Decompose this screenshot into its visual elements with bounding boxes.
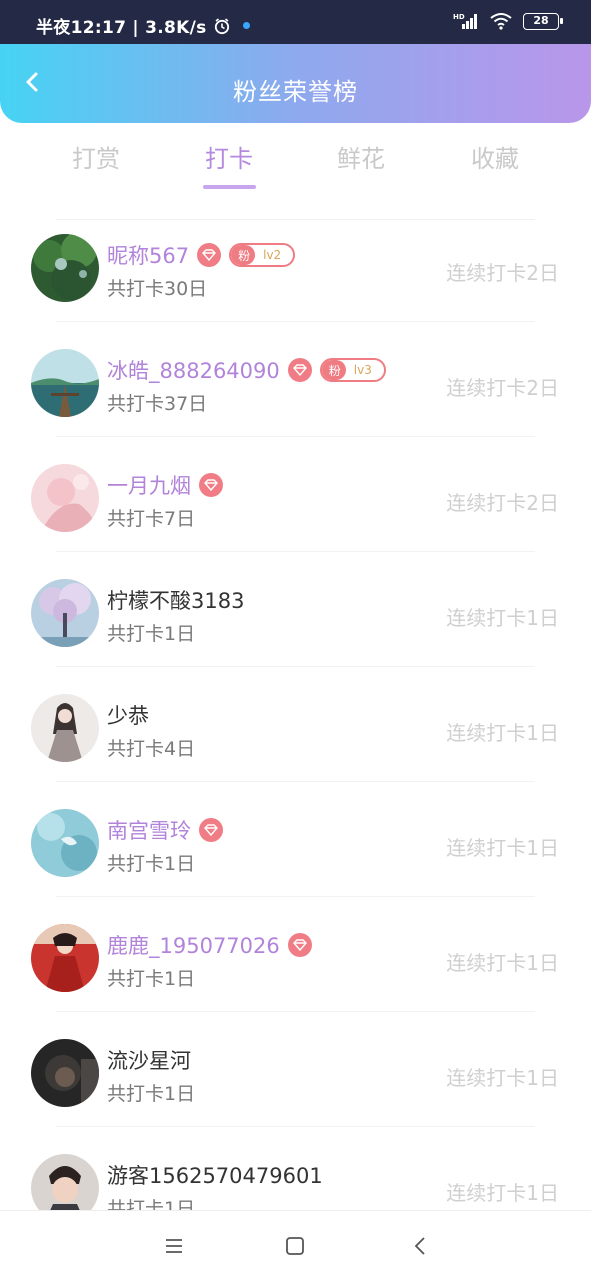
wifi-icon bbox=[490, 13, 512, 30]
diamond-icon bbox=[287, 933, 312, 957]
name-line: 昵称567 粉 lv2 bbox=[107, 240, 296, 270]
alarm-icon bbox=[214, 17, 229, 34]
list-item[interactable]: 柠檬不酸3183 共打卡1日 连续打卡1日 bbox=[0, 552, 591, 667]
fan-level: lv3 bbox=[353, 363, 372, 377]
fan-name: 流沙星河 bbox=[107, 1049, 191, 1073]
system-nav-bar bbox=[0, 1210, 591, 1280]
home-button[interactable] bbox=[282, 1233, 308, 1259]
list-item[interactable]: 南宫雪玲 共打卡1日 连续打卡1日 bbox=[0, 782, 591, 897]
checkin-streak: 连续打卡2日 bbox=[446, 261, 559, 285]
fan-list: 昵称567 粉 lv2 共打卡30日 连续打卡2日 冰皓_888264090 粉… bbox=[0, 207, 591, 1210]
fan-name: 游客1562570479601 bbox=[107, 1164, 323, 1188]
checkin-streak: 连续打卡2日 bbox=[446, 491, 559, 515]
list-item[interactable]: 游客1562570479601 共打卡1日 连续打卡1日 bbox=[0, 1127, 591, 1210]
status-time-speed: 半夜12:17 | 3.8K/s bbox=[36, 18, 207, 38]
avatar[interactable] bbox=[31, 924, 99, 992]
total-checkin: 共打卡1日 bbox=[107, 1083, 196, 1105]
name-line: 游客1562570479601 bbox=[107, 1160, 323, 1190]
header: 半夜12:17 | 3.8K/s HD 28 粉丝荣誉榜 bbox=[0, 0, 591, 123]
svg-text:HD: HD bbox=[453, 13, 465, 21]
diamond-icon bbox=[197, 243, 222, 267]
total-checkin: 共打卡37日 bbox=[107, 393, 208, 415]
back-chevron-icon bbox=[414, 1237, 425, 1255]
home-square-icon bbox=[286, 1237, 304, 1255]
list-item[interactable]: 流沙星河 共打卡1日 连续打卡1日 bbox=[0, 1012, 591, 1127]
tab-flowers[interactable]: 鲜花 bbox=[321, 139, 401, 174]
fan-name: 昵称567 bbox=[107, 244, 190, 268]
name-line: 南宫雪玲 bbox=[107, 815, 223, 845]
status-right: HD 28 bbox=[453, 12, 563, 30]
checkin-streak: 连续打卡2日 bbox=[446, 376, 559, 400]
page-title: 粉丝荣誉榜 bbox=[233, 78, 358, 106]
total-checkin: 共打卡4日 bbox=[107, 738, 196, 760]
name-line: 冰皓_888264090 粉 lv3 bbox=[107, 355, 386, 385]
fan-level: lv2 bbox=[263, 248, 282, 262]
notification-dot-icon bbox=[242, 22, 250, 29]
name-line: 流沙星河 bbox=[107, 1045, 191, 1075]
fan-name: 柠檬不酸3183 bbox=[107, 589, 245, 613]
fan-name: 南宫雪玲 bbox=[107, 819, 191, 843]
status-bar: 半夜12:17 | 3.8K/s HD 28 bbox=[0, 0, 591, 44]
list-item[interactable]: 少恭 共打卡4日 连续打卡1日 bbox=[0, 667, 591, 782]
avatar[interactable] bbox=[31, 234, 99, 302]
checkin-streak: 连续打卡1日 bbox=[446, 1181, 559, 1205]
list-item[interactable]: 冰皓_888264090 粉 lv3 共打卡37日 连续打卡2日 bbox=[0, 322, 591, 437]
fan-name: 冰皓_888264090 bbox=[107, 359, 280, 383]
fan-name: 一月九烟 bbox=[107, 474, 191, 498]
list-item[interactable]: 昵称567 粉 lv2 共打卡30日 连续打卡2日 bbox=[0, 207, 591, 322]
avatar[interactable] bbox=[31, 349, 99, 417]
diamond-icon bbox=[287, 358, 312, 382]
avatar[interactable] bbox=[31, 809, 99, 877]
tab-favorites[interactable]: 收藏 bbox=[455, 139, 535, 174]
checkin-streak: 连续打卡1日 bbox=[446, 951, 559, 975]
checkin-streak: 连续打卡1日 bbox=[446, 836, 559, 860]
fan-badge-label: 粉 bbox=[231, 245, 256, 265]
fan-level-badge: 粉 lv2 bbox=[229, 243, 296, 267]
avatar[interactable] bbox=[31, 1154, 99, 1210]
name-line: 一月九烟 bbox=[107, 470, 223, 500]
tab-bar: 打赏 打卡 鲜花 收藏 bbox=[0, 123, 591, 207]
name-line: 少恭 bbox=[107, 700, 149, 730]
fan-name: 鹿鹿_195077026 bbox=[107, 934, 280, 958]
navbar: 粉丝荣誉榜 bbox=[0, 44, 591, 123]
fan-name: 少恭 bbox=[107, 704, 149, 728]
total-checkin: 共打卡1日 bbox=[107, 968, 196, 990]
battery-icon: 28 bbox=[523, 12, 563, 30]
fan-badge-label: 粉 bbox=[321, 360, 346, 380]
checkin-streak: 连续打卡1日 bbox=[446, 1066, 559, 1090]
diamond-icon bbox=[199, 818, 223, 842]
list-item[interactable]: 鹿鹿_195077026 共打卡1日 连续打卡1日 bbox=[0, 897, 591, 1012]
total-checkin: 共打卡30日 bbox=[107, 278, 208, 300]
total-checkin: 共打卡1日 bbox=[107, 1198, 196, 1210]
system-back-button[interactable] bbox=[407, 1233, 433, 1259]
active-tab-indicator bbox=[203, 185, 256, 189]
name-line: 鹿鹿_195077026 bbox=[107, 930, 312, 960]
avatar[interactable] bbox=[31, 694, 99, 762]
list-item[interactable]: 一月九烟 共打卡7日 连续打卡2日 bbox=[0, 437, 591, 552]
name-line: 柠檬不酸3183 bbox=[107, 585, 244, 615]
checkin-streak: 连续打卡1日 bbox=[446, 721, 559, 745]
menu-icon bbox=[166, 1239, 182, 1253]
avatar[interactable] bbox=[31, 579, 99, 647]
signal-icon: HD bbox=[453, 13, 477, 29]
checkin-streak: 连续打卡1日 bbox=[446, 606, 559, 630]
status-left: 半夜12:17 | 3.8K/s bbox=[36, 13, 250, 38]
avatar[interactable] bbox=[31, 464, 99, 532]
tab-checkin[interactable]: 打卡 bbox=[189, 139, 269, 174]
tab-reward[interactable]: 打赏 bbox=[56, 139, 136, 174]
menu-button[interactable] bbox=[161, 1233, 187, 1259]
fan-level-badge: 粉 lv3 bbox=[319, 358, 386, 382]
total-checkin: 共打卡1日 bbox=[107, 853, 196, 875]
avatar[interactable] bbox=[31, 1039, 99, 1107]
diamond-icon bbox=[199, 473, 223, 497]
total-checkin: 共打卡7日 bbox=[107, 508, 196, 530]
total-checkin: 共打卡1日 bbox=[107, 623, 196, 645]
